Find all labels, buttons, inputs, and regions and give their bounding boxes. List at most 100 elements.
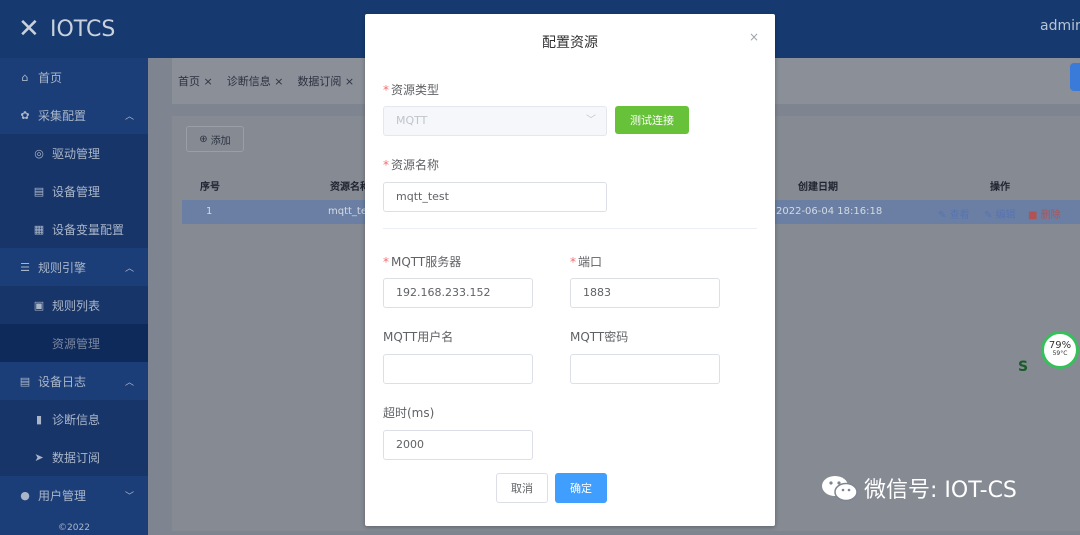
sidebar-item-collect-config[interactable]: ✿ 采集配置 ︿ [0,96,148,134]
sidebar: ⌂ 首页 ✿ 采集配置 ︿ ◎ 驱动管理 ▤ 设备管理 ▦ 设备变量配置 ☰ 规… [0,58,148,535]
bar-chart-icon: ▮ [35,412,43,426]
sidebar-item-label: 规则引擎 [38,260,87,275]
tab-data-subscription[interactable]: 数据订阅 × [297,73,354,89]
logo-mark-icon: ✕ [18,14,40,44]
view-link[interactable]: ✎ 查看 [938,206,970,221]
watermark: 微信号: IOT-CS [820,472,1017,504]
sidebar-item-label: 采集配置 [38,108,87,123]
user-menu[interactable]: admin [1040,18,1080,34]
clipboard-icon: ▣ [33,298,45,312]
sidebar-item-user-management[interactable]: ● 用户管理 ﹀ [0,476,148,514]
cancel-button[interactable]: 取消 [496,473,548,503]
delete-link[interactable]: ■ 删除 [1028,206,1061,221]
resource-type-select[interactable]: MQTT ﹀ [383,106,607,136]
mqtt-username-label: MQTT用户名 [383,330,454,344]
dialog-title: 配置资源 [542,35,598,51]
mqtt-server-input[interactable]: 192.168.233.152 [383,278,533,308]
sidebar-item-driver[interactable]: ◎ 驱动管理 [0,134,148,172]
timeout-input[interactable]: 2000 [383,430,533,460]
table-cell-index: 1 [206,206,213,217]
sidebar-item-label: 用户管理 [38,488,87,503]
gear-icon: ✿ [20,108,30,122]
home-icon: ⌂ [21,70,29,84]
required-mark: * [383,255,389,269]
table-header-created[interactable]: 创建日期 [798,178,838,193]
ime-indicator-icon[interactable]: S [1018,359,1080,377]
driver-icon: ◎ [34,146,44,160]
sidebar-item-label: 设备日志 [38,374,87,389]
watermark-text: 微信号: IOT-CS [864,478,1017,503]
logo-text: IOTCS [50,16,116,42]
sidebar-item-home[interactable]: ⌂ 首页 [0,58,148,96]
required-mark: * [383,158,389,172]
required-mark: * [570,255,576,269]
sidebar-item-label: 规则列表 [52,298,101,313]
grid-icon: ▦ [33,222,45,236]
send-icon: ➤ [34,450,44,464]
resource-name-value: mqtt_test [396,190,449,203]
close-icon[interactable]: × [749,30,759,44]
rules-icon: ☰ [20,260,30,274]
mqtt-username-input[interactable] [383,354,533,384]
copyright: ©2022 [58,523,90,533]
required-mark: * [383,83,389,97]
port-label-text: 端口 [578,255,603,269]
sidebar-item-rules-engine[interactable]: ☰ 规则引擎 ︿ [0,248,148,286]
add-button-label: 添加 [210,135,231,147]
table-cell-created: 2022-06-04 18:16:18 [776,206,883,217]
tab-home[interactable]: 首页 × [178,73,213,89]
sidebar-item-label: 设备变量配置 [52,222,125,237]
chevron-down-icon: ﹀ [124,491,134,502]
delete-link-label: 删除 [1040,210,1061,221]
tab-diagnostics[interactable]: 诊断信息 × [227,73,284,89]
app-logo: ✕ IOTCS [0,0,148,58]
sidebar-item-label: 驱动管理 [52,146,101,161]
chevron-up-icon: ︿ [124,377,134,388]
sidebar-item-device[interactable]: ▤ 设备管理 [0,172,148,210]
mqtt-password-label: MQTT密码 [570,330,629,344]
table-header-name: 资源名称 [330,182,370,193]
mqtt-password-input[interactable] [570,354,720,384]
float-badge[interactable] [1070,63,1080,91]
mqtt-server-value: 192.168.233.152 [396,286,491,299]
log-icon: ▤ [19,374,31,388]
sidebar-item-diagnostics[interactable]: ▮ 诊断信息 [0,400,148,438]
sidebar-item-label: 诊断信息 [52,412,101,427]
timeout-value: 2000 [396,438,424,451]
sidebar-item-device-variables[interactable]: ▦ 设备变量配置 [0,210,148,248]
resource-name-input[interactable]: mqtt_test [383,182,607,212]
port-label: * 端口 [570,253,602,270]
port-value: 1883 [583,286,611,299]
sidebar-item-rules-list[interactable]: ▣ 规则列表 [0,286,148,324]
resource-type-label: * 资源类型 [383,81,439,98]
sidebar-item-label: 设备管理 [52,184,101,199]
resource-name-label-text: 资源名称 [391,158,440,172]
add-button[interactable]: ⊕ 添加 [186,126,244,152]
table-header-actions: 操作 [990,182,1010,193]
table-header-index: 序号 [200,182,220,193]
sidebar-item-resource-management[interactable]: 资源管理 [0,324,148,362]
chevron-up-icon: ︿ [124,263,134,274]
sidebar-item-label: 首页 [38,70,63,85]
sidebar-item-label: 数据订阅 [52,450,101,465]
edit-link[interactable]: ✎ 编辑 [984,206,1016,221]
sidebar-item-data-subscription[interactable]: ➤ 数据订阅 [0,438,148,476]
configure-resource-dialog: 配置资源 × * 资源类型 MQTT ﹀ 测试连接 * 资源名称 mqtt_test… [365,14,775,526]
sidebar-item-label: 资源管理 [52,336,101,351]
gauge-temperature: 59°C [1052,350,1068,357]
plus-circle-icon: ⊕ [199,133,208,145]
confirm-button[interactable]: 确定 [555,473,607,503]
view-link-label: 查看 [949,210,970,221]
test-connection-button[interactable]: 测试连接 [615,106,689,134]
edit-link-label: 编辑 [995,210,1016,221]
port-input[interactable]: 1883 [570,278,720,308]
device-icon: ▤ [33,184,45,198]
resource-type-label-text: 资源类型 [391,83,440,97]
mqtt-server-label: * MQTT服务器 [383,253,461,270]
resource-type-value: MQTT [396,114,428,127]
timeout-label: 超时(ms) [383,406,435,420]
sidebar-item-device-log[interactable]: ▤ 设备日志 ︿ [0,362,148,400]
wechat-icon [820,474,858,502]
chevron-down-icon: ﹀ [586,115,596,126]
divider [383,228,757,229]
